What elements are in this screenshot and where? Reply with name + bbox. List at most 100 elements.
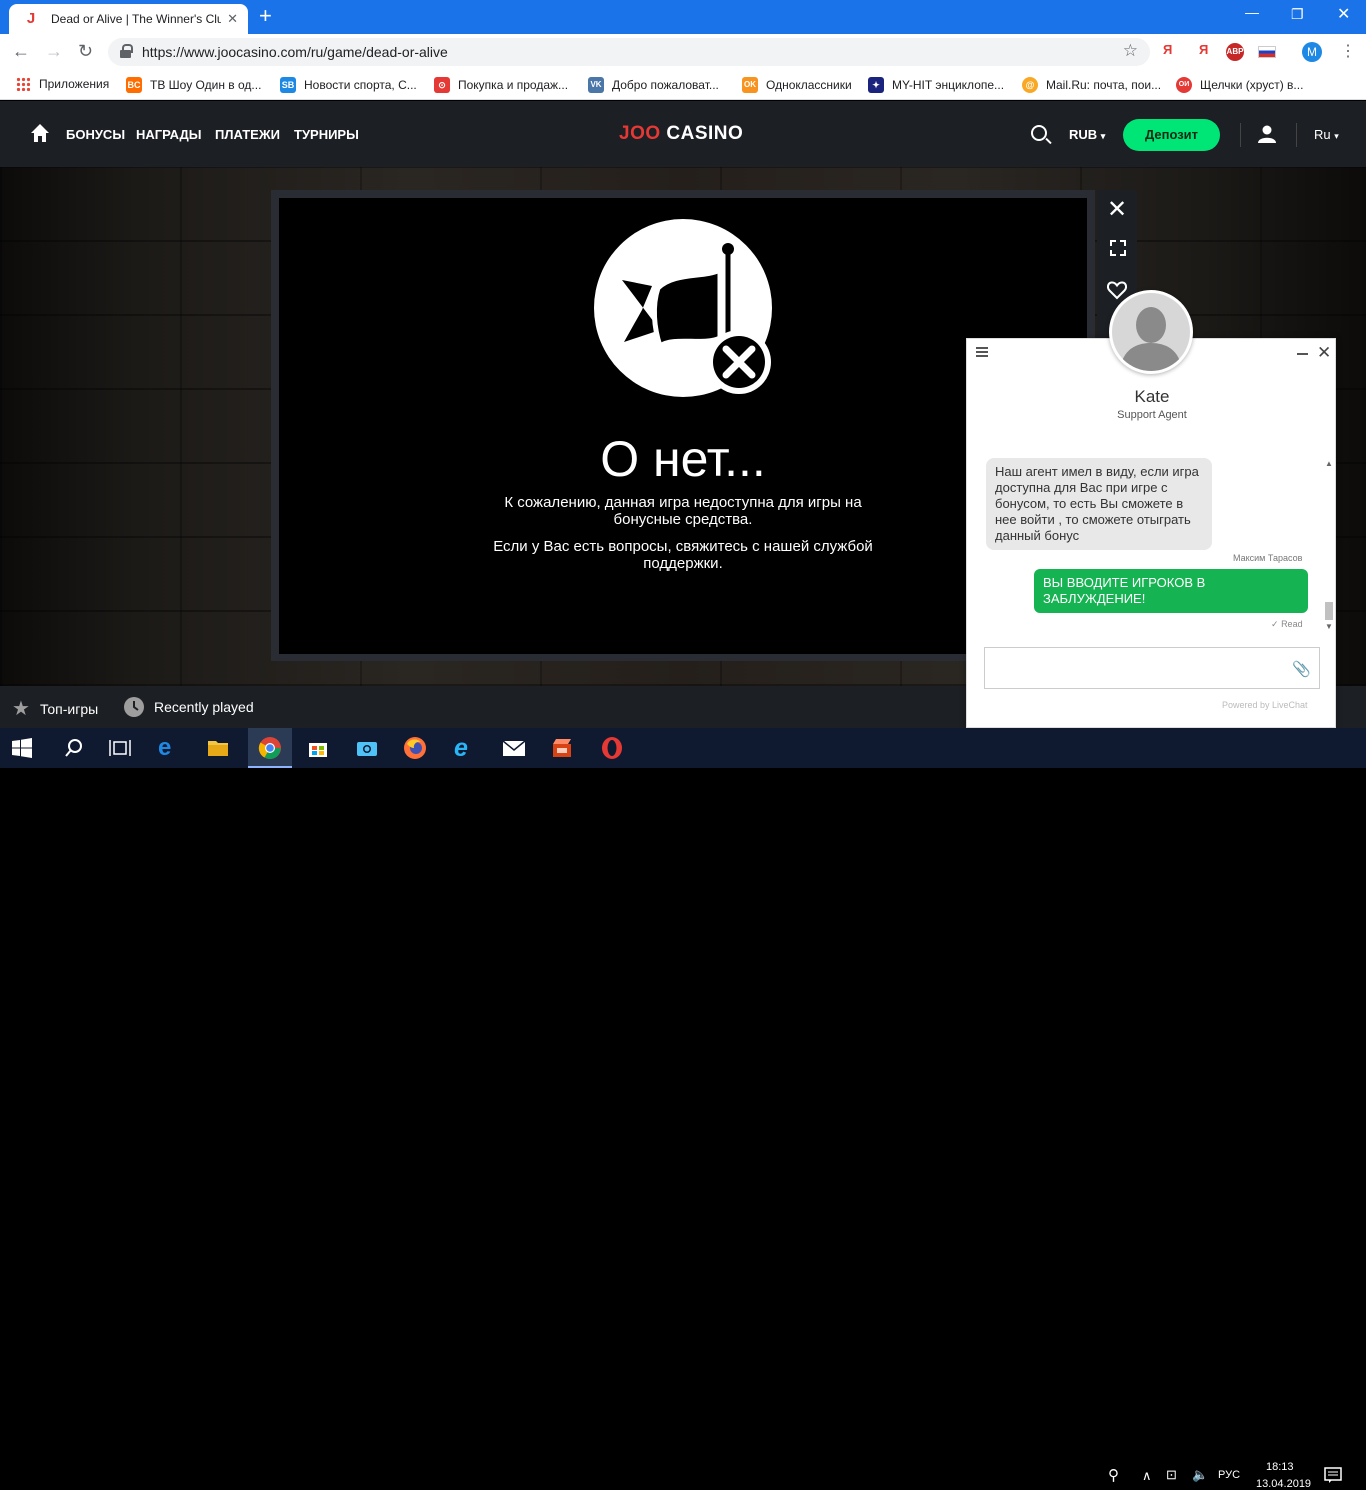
russian-flag-icon[interactable]	[1258, 46, 1276, 58]
task-view-icon[interactable]	[108, 736, 132, 760]
tab-title: Dead or Alive | The Winner's Club	[51, 12, 221, 26]
chevron-down-icon: ▾	[1100, 131, 1106, 141]
bookmark-apps[interactable]: Приложения	[16, 77, 109, 91]
avito-icon: ⊙	[434, 77, 450, 93]
forward-icon[interactable]: →	[45, 41, 63, 61]
mailru-icon: @	[1022, 77, 1038, 93]
chrome-icon	[258, 737, 281, 760]
fullscreen-icon[interactable]	[1110, 240, 1126, 256]
scroll-thumb[interactable]	[1325, 602, 1333, 620]
recently-played-tab[interactable]: Recently played	[123, 696, 254, 718]
agent-name: Kate	[1134, 387, 1170, 406]
browser-toolbar: ← → ↻ https://www.joocasino.com/ru/game/…	[0, 34, 1366, 70]
close-game-icon[interactable]: ✕	[1107, 198, 1127, 222]
lock-icon	[120, 44, 133, 58]
reload-icon[interactable]: ↻	[78, 41, 93, 61]
sb-icon: SB	[280, 77, 296, 93]
address-bar[interactable]: https://www.joocasino.com/ru/game/dead-o…	[108, 38, 1150, 66]
site-logo[interactable]: JOO CASINO	[619, 123, 743, 145]
new-tab-icon[interactable]: +	[259, 5, 272, 27]
network-icon[interactable]: ⊡	[1166, 1467, 1177, 1483]
nav-bonuses[interactable]: БОНУСЫ	[66, 127, 125, 142]
volume-icon[interactable]: 🔈	[1192, 1467, 1208, 1483]
nav-tournaments[interactable]: ТУРНИРЫ	[294, 127, 359, 142]
edge-icon[interactable]: e	[158, 736, 182, 760]
restore-window-icon[interactable]: ❐	[1291, 6, 1304, 23]
bookmark-odnoklassniki[interactable]: OK Одноклассники	[742, 77, 852, 93]
chrome-taskbar-active[interactable]	[248, 728, 292, 768]
joo-favicon-icon: J	[26, 10, 36, 27]
livechat-window: ✕ Kate Support Agent Наш агент имел в ви…	[966, 338, 1336, 728]
agent-silhouette-icon	[1112, 293, 1190, 371]
browser-menu-icon[interactable]: ⋮	[1340, 42, 1356, 62]
apps-icon	[16, 77, 30, 91]
bookmark-tv-show[interactable]: BC ТВ Шоу Один в од...	[126, 77, 261, 93]
home-icon[interactable]	[30, 123, 50, 143]
profile-avatar[interactable]: M	[1302, 42, 1322, 62]
search-taskbar-icon[interactable]	[62, 736, 86, 760]
myhit-icon: ✦	[868, 77, 884, 93]
bc-icon: BC	[126, 77, 142, 93]
people-icon[interactable]: ⚲	[1108, 1466, 1119, 1484]
agent-role: Support Agent	[1117, 409, 1187, 421]
language-selector[interactable]: Ru ▾	[1314, 127, 1339, 142]
error-message: К сожалению, данная игра недоступна для …	[504, 494, 862, 528]
url-text: https://www.joocasino.com/ru/game/dead-o…	[142, 44, 448, 60]
minimize-window-icon[interactable]: —	[1245, 4, 1259, 20]
yandex-search-extension-icon[interactable]: Я	[1199, 42, 1208, 57]
ok-icon: OK	[742, 77, 758, 93]
deposit-button[interactable]: Депозит	[1123, 119, 1220, 151]
clock-date[interactable]: 13.04.2019	[1256, 1478, 1311, 1490]
star-icon: ★	[12, 698, 30, 720]
file-explorer-icon[interactable]	[206, 736, 230, 760]
vk-icon: VK	[588, 77, 604, 93]
nav-payments[interactable]: ПЛАТЕЖИ	[215, 127, 280, 142]
read-receipt: ✓ Read	[1271, 619, 1303, 629]
close-window-icon[interactable]: ✕	[1337, 4, 1350, 24]
attach-file-icon[interactable]: 📎	[1292, 660, 1311, 678]
site-header: БОНУСЫ НАГРАДЫ ПЛАТЕЖИ ТУРНИРЫ JOO CASIN…	[0, 101, 1366, 167]
windows-start-icon[interactable]	[12, 738, 32, 758]
action-center-icon[interactable]	[1324, 1466, 1342, 1484]
browser-tab[interactable]: J Dead or Alive | The Winner's Club ✕	[9, 4, 248, 34]
bookmarks-bar: Приложения BC ТВ Шоу Один в од... SB Нов…	[0, 70, 1366, 100]
user-message: ВЫ ВВОДИТЕ ИГРОКОВ В ЗАБЛУЖДЕНИЕ!	[1034, 569, 1308, 613]
agent-message: Наш агент имел в виду, если игра доступн…	[986, 458, 1212, 550]
bookmark-star-icon[interactable]: ☆	[1123, 41, 1138, 61]
adblock-plus-icon[interactable]: ABP	[1226, 43, 1244, 61]
input-language[interactable]: РУС	[1218, 1469, 1240, 1481]
clock-time[interactable]: 18:13	[1266, 1461, 1294, 1473]
bookmark-sport-news[interactable]: SB Новости спорта, С...	[280, 77, 417, 93]
browser-titlebar: J Dead or Alive | The Winner's Club ✕ + …	[0, 0, 1366, 34]
bookmark-mail-ru[interactable]: @ Mail.Ru: почта, пои...	[1022, 77, 1161, 93]
currency-selector[interactable]: RUB ▾	[1069, 127, 1105, 142]
user-icon[interactable]	[1258, 125, 1276, 143]
bookmark-odnako[interactable]: ОИ Щелчки (хруст) в...	[1176, 77, 1303, 93]
bookmark-my-hit[interactable]: ✦ MY-HIT энциклопе...	[868, 77, 1004, 93]
header-divider	[1240, 123, 1241, 147]
chat-minimize-icon[interactable]	[1297, 353, 1308, 355]
tray-expand-icon[interactable]: ∧	[1142, 1468, 1152, 1484]
top-games-tab[interactable]: ★ Топ-игры	[12, 696, 98, 721]
chat-menu-icon[interactable]	[976, 347, 988, 357]
chat-close-icon[interactable]: ✕	[1317, 343, 1331, 363]
back-icon[interactable]: ←	[12, 41, 30, 61]
scroll-up-icon[interactable]: ▲	[1325, 459, 1333, 468]
check-icon: ✓	[1271, 619, 1279, 629]
bookmark-avito[interactable]: ⊙ Покупка и продаж...	[434, 77, 568, 93]
powered-by-livechat[interactable]: Powered by LiveChat	[1222, 700, 1308, 710]
windows-taskbar: e	[0, 728, 1366, 768]
nav-rewards[interactable]: НАГРАДЫ	[136, 127, 202, 142]
chat-message-input[interactable]: 📎	[984, 647, 1320, 689]
scroll-down-icon[interactable]: ▼	[1325, 622, 1333, 631]
search-icon[interactable]	[1031, 125, 1047, 141]
agent-avatar	[1109, 290, 1193, 374]
chevron-down-icon: ▾	[1334, 131, 1339, 141]
favorite-heart-icon[interactable]	[1107, 280, 1127, 300]
bookmark-vk[interactable]: VK Добро пожаловат...	[588, 77, 719, 93]
chat-scrollbar[interactable]: ▲ ▼	[1322, 459, 1336, 634]
tab-close-icon[interactable]: ✕	[227, 11, 238, 27]
odnako-icon: ОИ	[1176, 77, 1192, 93]
header-divider	[1296, 123, 1297, 147]
yandex-extension-icon[interactable]: Я	[1163, 42, 1172, 57]
